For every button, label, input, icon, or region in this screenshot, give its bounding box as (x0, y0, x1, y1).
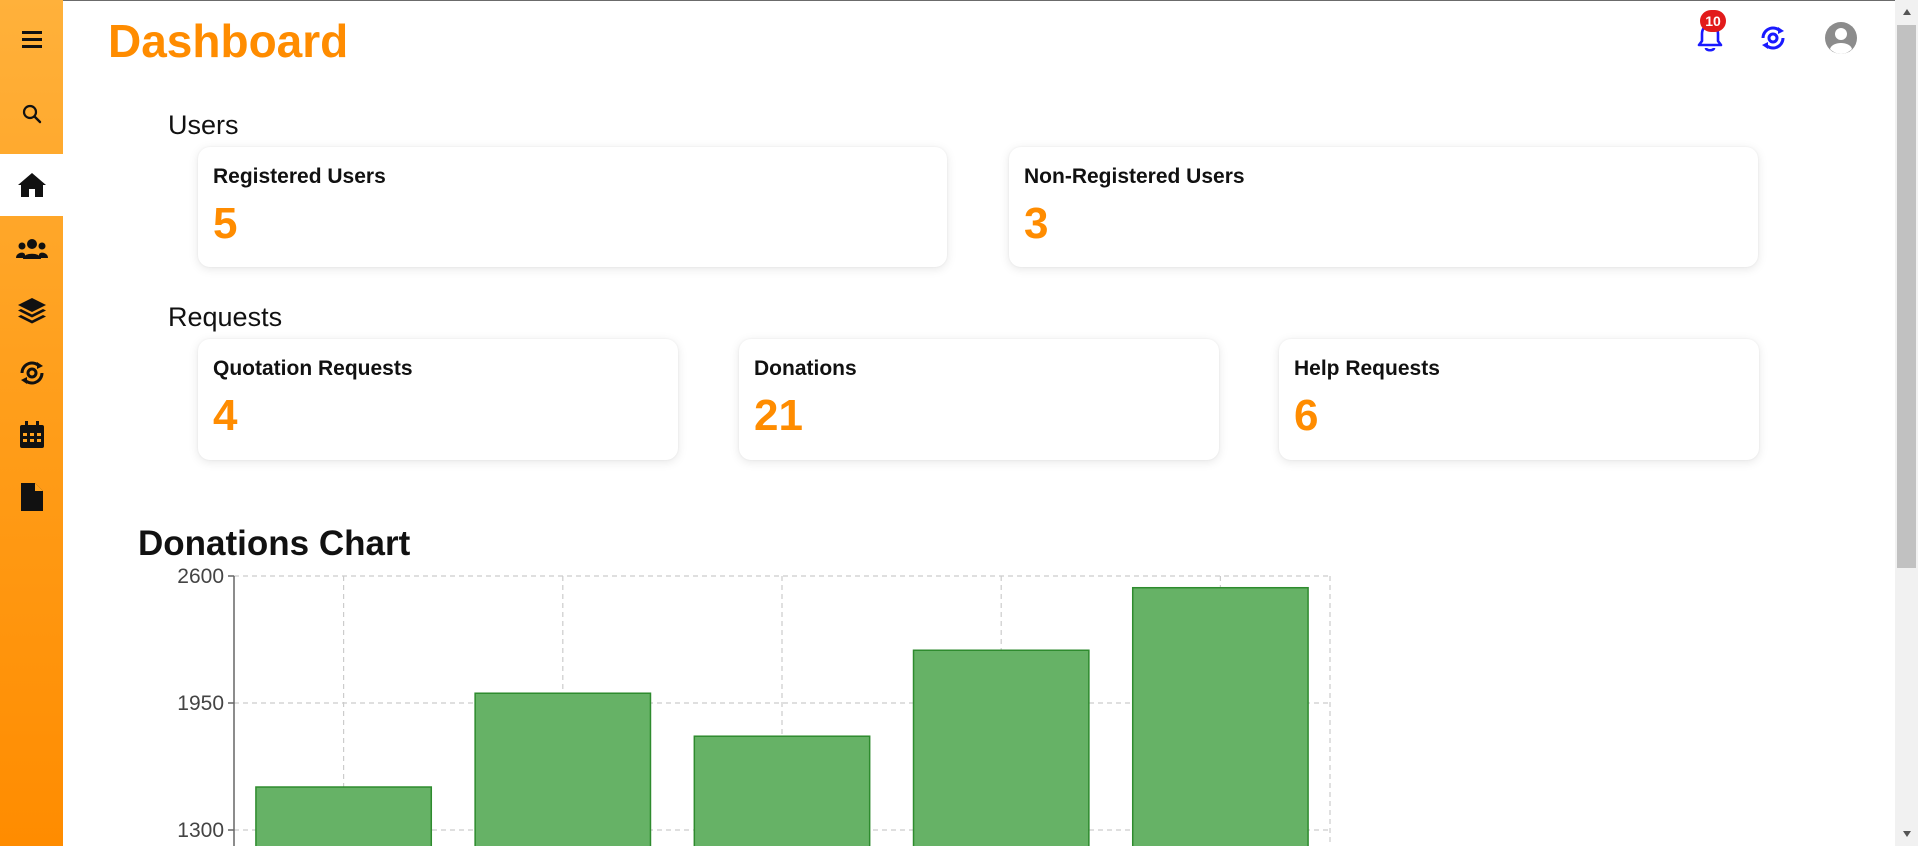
y-axis-tick-label: 1950 (177, 692, 224, 715)
chart-bar (474, 692, 652, 846)
chart-bar (693, 735, 871, 846)
scroll-up-arrow[interactable] (1895, 2, 1918, 22)
triangle-up-icon (1902, 9, 1911, 15)
triangle-down-icon (1902, 831, 1911, 837)
y-axis-tick-label: 1300 (177, 819, 224, 842)
scroll-down-arrow[interactable] (1895, 824, 1918, 844)
vertical-scrollbar-thumb[interactable] (1897, 25, 1916, 568)
chart-bar (912, 649, 1090, 846)
chart-bar (255, 786, 433, 846)
donations-chart: 1300 1950 2600 (177, 565, 1331, 846)
chart-bar (1131, 586, 1309, 846)
y-axis-tick-label: 2600 (177, 565, 224, 588)
